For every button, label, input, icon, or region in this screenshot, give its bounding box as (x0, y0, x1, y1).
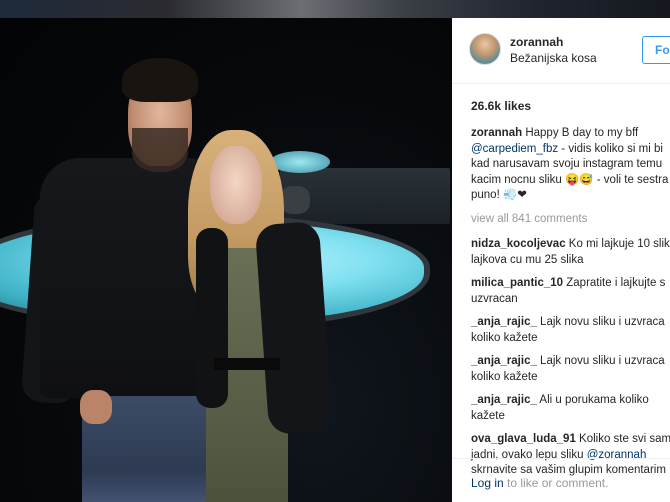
login-link[interactable]: Log in (471, 476, 504, 490)
list-item: _anja_rajic_ Lajk novu sliku i uzvraca k… (471, 315, 670, 346)
list-item: milica_pantic_10 Zapratite i lajkujte s … (471, 276, 670, 307)
list-item: _anja_rajic_ Lajk novu sliku i uzvraca k… (471, 354, 670, 385)
post-footer: Log in to like or comment. (452, 458, 670, 502)
comment-username[interactable]: nidza_kocoljevac (471, 238, 566, 250)
photo-woman-face (210, 146, 262, 224)
post-header: zorannah Bežanijska kosa Fo (452, 18, 670, 84)
photo-man-hand (80, 390, 112, 424)
comment-username[interactable]: _anja_rajic_ (471, 394, 537, 406)
comment-username[interactable]: ova_glava_luda_91 (471, 433, 576, 445)
comment-username[interactable]: milica_pantic_10 (471, 277, 563, 289)
caption-username[interactable]: zorannah (471, 127, 522, 139)
comments-list: zorannah Happy B day to my bff @carpedie… (471, 126, 670, 487)
post-side-panel: zorannah Bežanijska kosa Fo 26.6k likes … (452, 18, 670, 502)
caption-text: Happy B day to my bff (525, 127, 639, 139)
background-feed-strip (0, 0, 670, 18)
avatar[interactable] (469, 33, 501, 65)
caption: zorannah Happy B day to my bff @carpedie… (471, 126, 670, 204)
view-all-comments-link[interactable]: view all 841 comments (471, 212, 670, 228)
follow-button[interactable]: Fo (642, 36, 670, 64)
post-photo[interactable] (0, 18, 452, 502)
login-prompt-text: to like or comment. (503, 476, 609, 490)
photo-man-hair (122, 58, 198, 102)
photo-fountain (270, 151, 330, 173)
photo-man-beard (132, 128, 188, 172)
comment-username[interactable]: _anja_rajic_ (471, 316, 537, 328)
list-item: nidza_kocoljevac Ko mi lajkuje 10 slik l… (471, 237, 670, 268)
caption-mention-link[interactable]: @carpediem_fbz (471, 143, 558, 155)
list-item: _anja_rajic_ Ali u porukama koliko kažet… (471, 393, 670, 424)
photo-woman-belt (214, 358, 280, 370)
likes-count[interactable]: 26.6k likes (471, 99, 531, 113)
comment-username[interactable]: _anja_rajic_ (471, 355, 537, 367)
post-username[interactable]: zorannah (510, 35, 563, 49)
login-prompt: Log in to like or comment. (471, 476, 608, 490)
photo-woman-jacket-left (196, 228, 228, 408)
post-location[interactable]: Bežanijska kosa (510, 51, 597, 65)
photo-rock (280, 186, 310, 214)
